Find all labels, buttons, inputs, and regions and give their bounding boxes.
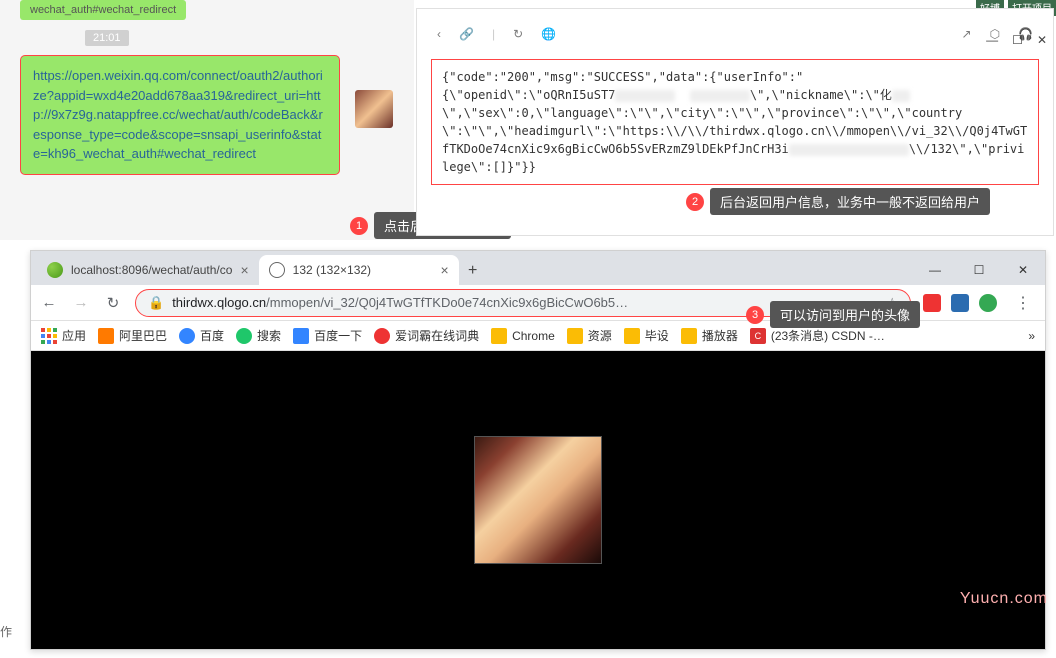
annotation-text: 后台返回用户信息，业务中一般不返回给用户 xyxy=(710,188,990,215)
window-controls: — ☐ ✕ xyxy=(986,33,1047,47)
annotation-badge: 2 xyxy=(686,193,704,211)
menu-icon[interactable]: ⋮ xyxy=(1009,293,1037,313)
back-icon[interactable]: ‹ xyxy=(437,27,441,41)
tab-title: localhost:8096/wechat/auth/co xyxy=(71,263,232,277)
close-button[interactable]: ✕ xyxy=(1037,33,1047,47)
json-text: \",\"nickname\":\"化 xyxy=(750,88,892,102)
window-controls: — ☐ ✕ xyxy=(913,255,1045,285)
response-toolbar: ‹ 🔗 | ↻ 🌐 ↗ ⬡ 🎧 xyxy=(417,9,1053,59)
profile-icon[interactable] xyxy=(979,294,997,312)
watermark: Yuucn.com xyxy=(960,590,1048,608)
close-button[interactable]: ✕ xyxy=(1001,255,1045,285)
bookmark-item[interactable]: C(23条消息) CSDN -… xyxy=(750,327,885,344)
json-text: {"code":"200","msg":"SUCCESS","data":{"u… xyxy=(442,70,803,84)
tab-close-icon[interactable]: × xyxy=(240,262,248,278)
extension-icon[interactable] xyxy=(923,294,941,312)
bookmark-item[interactable]: 搜索 xyxy=(236,327,281,344)
annotation-badge: 1 xyxy=(350,217,368,235)
chat-panel: wechat_auth#wechat_redirect 21:01 https:… xyxy=(0,0,414,240)
bookmark-item[interactable]: 播放器 xyxy=(681,327,738,344)
share-icon[interactable]: ↗ xyxy=(962,27,972,41)
maximize-button[interactable]: ☐ xyxy=(1012,33,1023,47)
bookmark-item[interactable]: 阿里巴巴 xyxy=(98,327,167,344)
nav-reload-icon[interactable]: ↻ xyxy=(103,294,123,312)
bookmark-item[interactable]: Chrome xyxy=(491,328,555,344)
extensions xyxy=(923,294,997,312)
apps-label: 应用 xyxy=(62,327,86,344)
extension-icon[interactable] xyxy=(951,294,969,312)
page-content xyxy=(31,351,1045,649)
new-tab-button[interactable]: + xyxy=(459,257,487,285)
cut-text: 作 xyxy=(0,623,12,640)
reload-icon[interactable]: ↻ xyxy=(513,27,523,41)
maximize-button[interactable]: ☐ xyxy=(957,255,1001,285)
minimize-button[interactable]: — xyxy=(986,33,998,47)
link-icon[interactable]: 🔗 xyxy=(459,27,474,41)
minimize-button[interactable]: — xyxy=(913,255,957,285)
avatar-image xyxy=(474,436,602,564)
response-body: {"code":"200","msg":"SUCCESS","data":{"u… xyxy=(431,59,1039,185)
redacted: x xyxy=(892,90,910,102)
tab-close-icon[interactable]: × xyxy=(440,262,448,278)
lock-icon: 🔒 xyxy=(148,295,164,311)
chat-message-link[interactable]: https://open.weixin.qq.com/connect/oauth… xyxy=(20,55,340,175)
bookmarks-overflow-icon[interactable]: » xyxy=(1028,329,1035,343)
apps-button[interactable]: 应用 xyxy=(41,327,86,344)
browser-tab-active[interactable]: 132 (132×132) × xyxy=(259,255,459,285)
bookmark-item[interactable]: 百度 xyxy=(179,327,224,344)
favicon-icon xyxy=(269,262,285,278)
nav-forward-icon[interactable]: → xyxy=(71,294,91,311)
avatar xyxy=(355,90,393,128)
chat-message-prev: wechat_auth#wechat_redirect xyxy=(20,0,186,20)
browser-tab[interactable]: localhost:8096/wechat/auth/co × xyxy=(37,255,259,285)
favicon-icon xyxy=(47,262,63,278)
bookmark-item[interactable]: 爱词霸在线词典 xyxy=(374,327,479,344)
apps-icon xyxy=(41,328,57,344)
chat-timestamp: 21:01 xyxy=(85,30,129,46)
bookmark-item[interactable]: 资源 xyxy=(567,327,612,344)
redacted: x xyxy=(615,90,675,102)
annotation-badge: 3 xyxy=(746,306,764,324)
tab-title: 132 (132×132) xyxy=(293,263,371,277)
redacted: x xyxy=(690,90,750,102)
redacted: x xyxy=(789,144,909,156)
annotation-text: 可以访问到用户的头像 xyxy=(770,301,920,328)
bookmark-item[interactable]: 百度一下 xyxy=(293,327,362,344)
bookmark-item[interactable]: 毕设 xyxy=(624,327,669,344)
globe-icon[interactable]: 🌐 xyxy=(541,27,556,41)
nav-back-icon[interactable]: ← xyxy=(39,294,59,311)
annotation-3: 3 可以访问到用户的头像 xyxy=(746,301,920,328)
tab-strip: localhost:8096/wechat/auth/co × 132 (132… xyxy=(31,251,1045,285)
annotation-2: 2 后台返回用户信息，业务中一般不返回给用户 xyxy=(686,188,990,215)
json-text: {\"openid\":\"oQRnI5uST7 xyxy=(442,88,615,102)
